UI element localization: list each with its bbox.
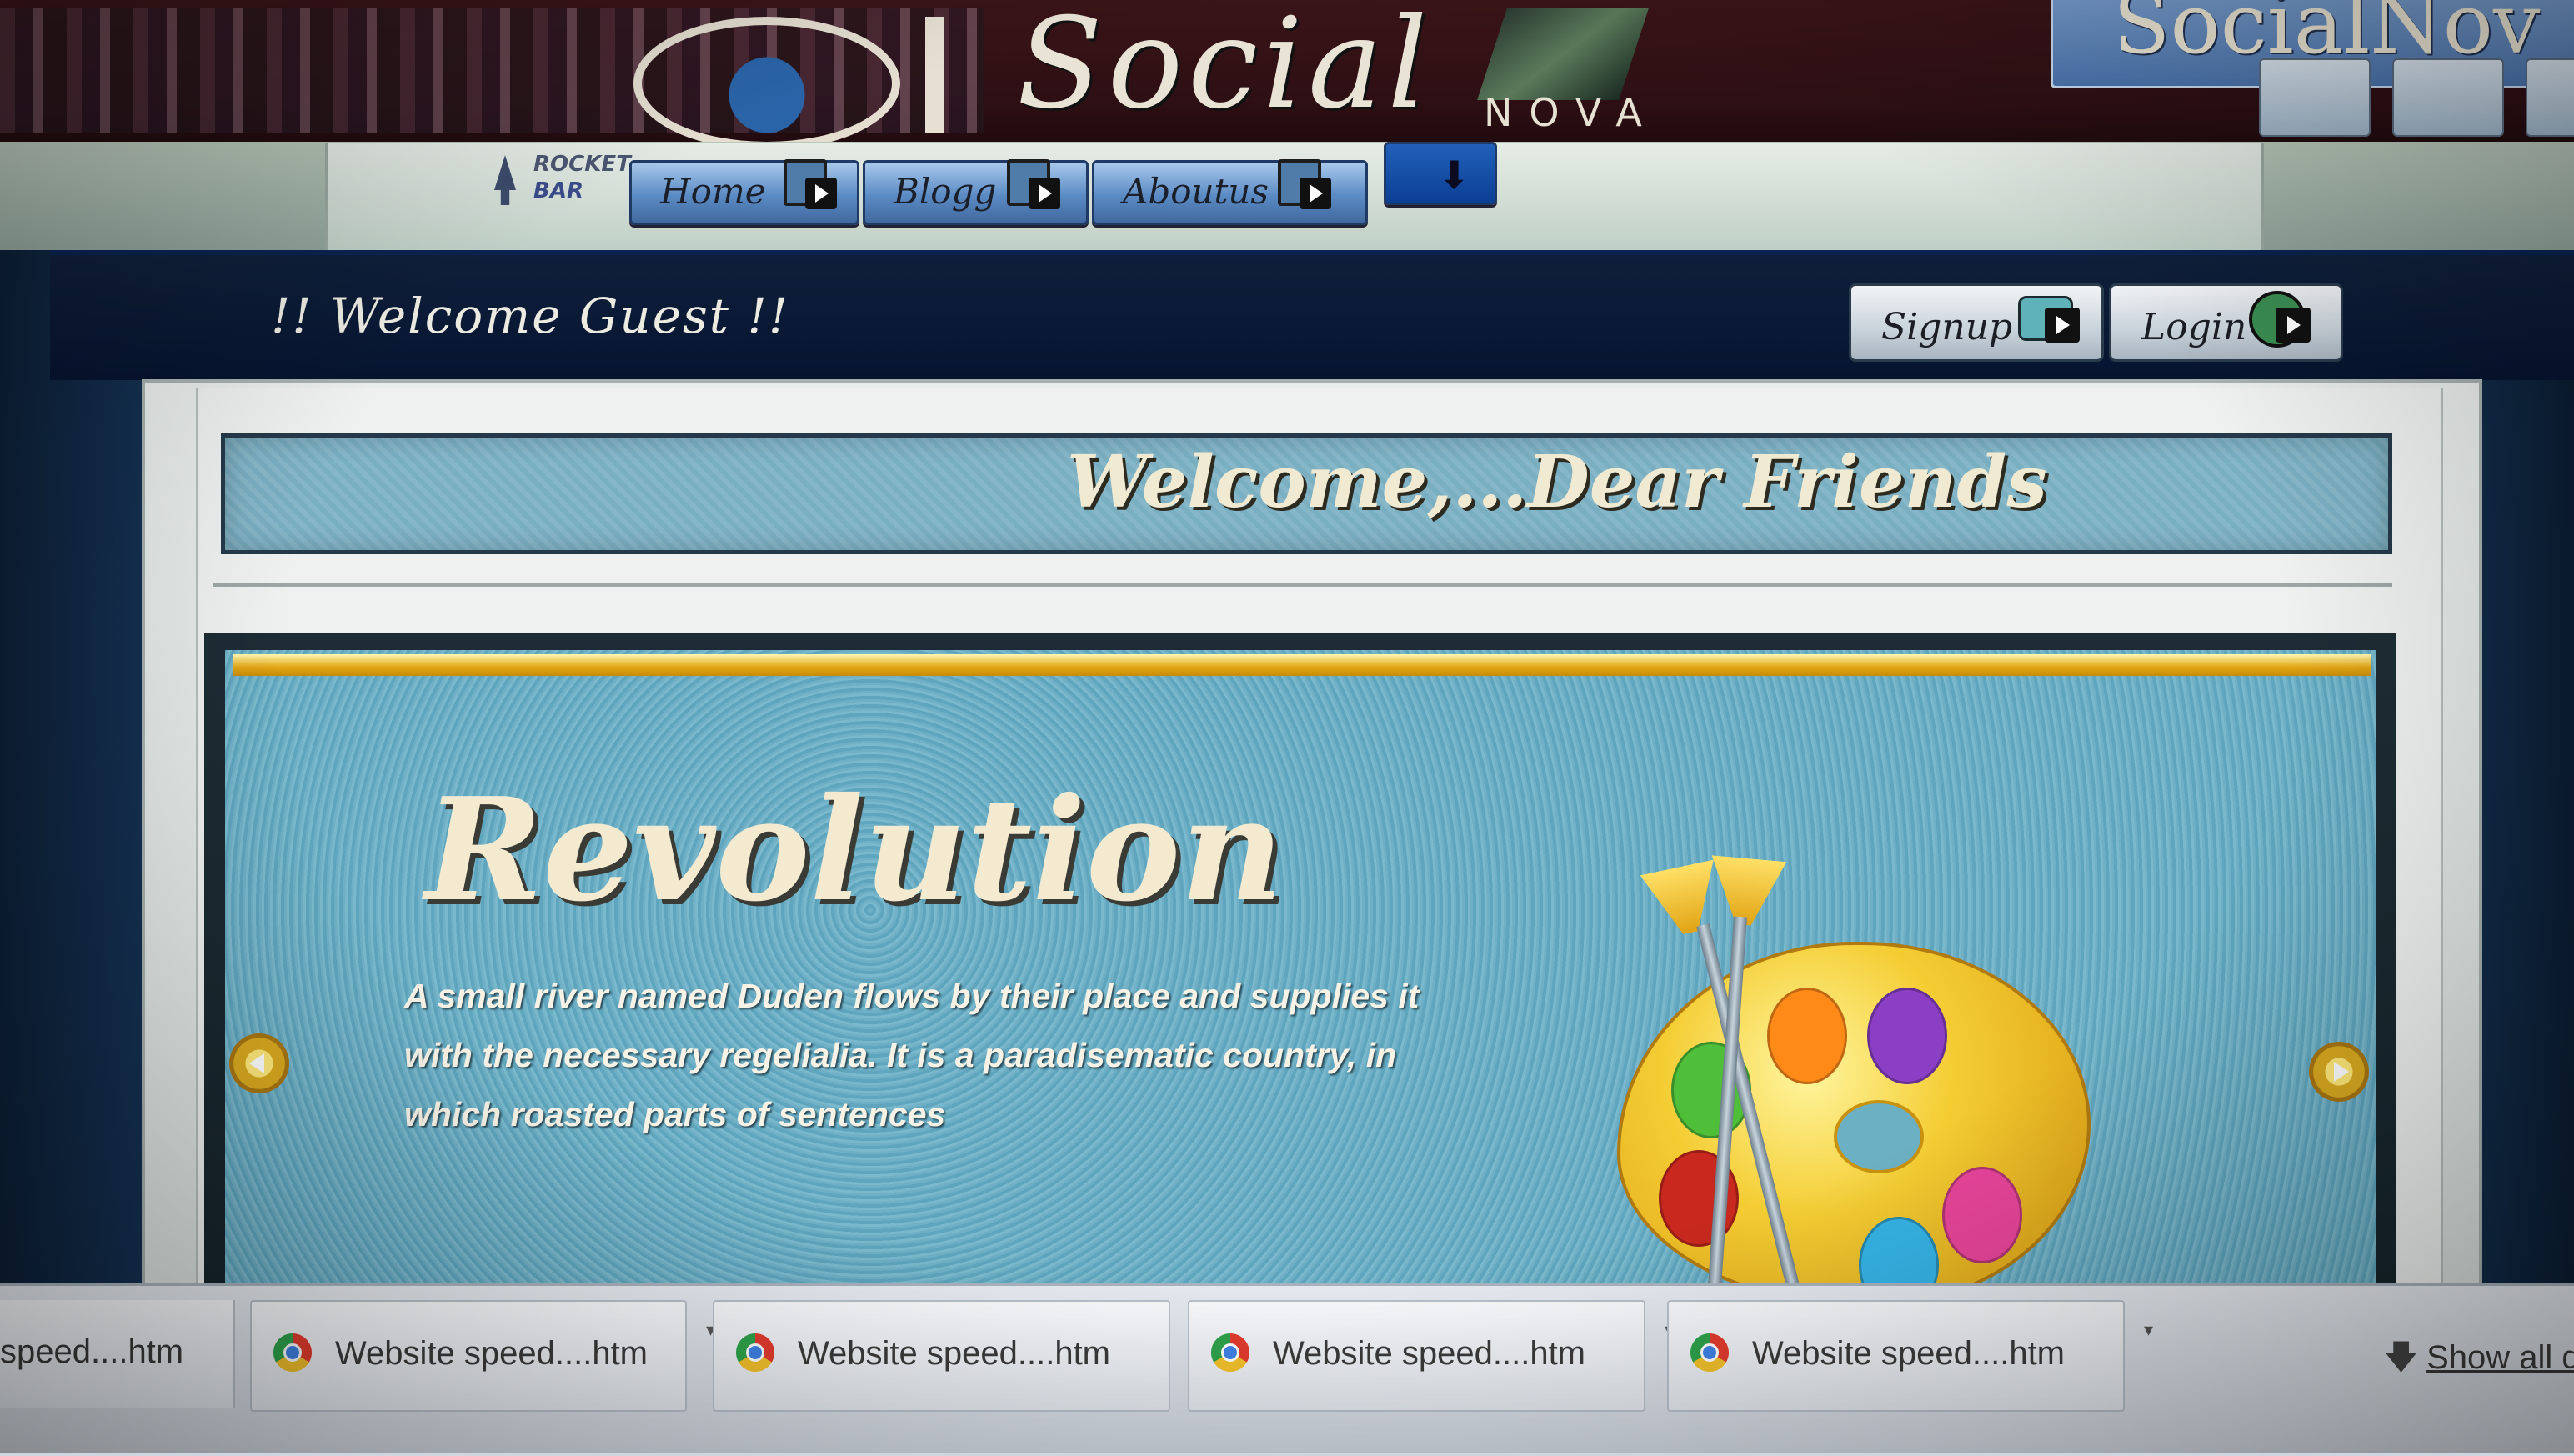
corner-icon-group [2259,58,2574,137]
arrow-down-icon: ⬇ [1438,153,1470,198]
chevron-down-icon[interactable]: ▾ [2144,1320,2153,1341]
slider-prev-button[interactable] [229,1033,289,1093]
download-item-name: Website speed....htm [335,1335,648,1372]
download-item[interactable]: Website speed....htm ▾ [1667,1300,2153,1412]
brand-subtitle: NOVA [1484,90,1659,135]
login-label: Login [2141,306,2247,348]
about-icon [1278,151,1331,209]
download-item[interactable]: Website speed....htm ▾ [713,1300,1199,1412]
chrome-icon [273,1333,312,1372]
chevron-right-icon [2334,1062,2349,1082]
chevron-left-icon [249,1053,264,1073]
more-icon[interactable] [2526,58,2574,137]
rocket-bar-line1: ROCKET [533,152,631,177]
download-item-partial[interactable]: speed....htm [0,1300,235,1408]
brand-logo-icon [1477,8,1649,100]
rocket-bar-line2: BAR [533,178,583,203]
signup-button[interactable]: Signup [1849,283,2104,362]
signup-label: Signup [1881,306,2013,348]
nav-dropdown-button[interactable]: ⬇ [1384,142,1497,205]
paint-palette-icon [1617,942,2091,1350]
slide-accent-bar [233,654,2371,676]
chrome-icon [1211,1333,1249,1372]
header-emblem-icon [633,17,900,150]
paint-orange [1767,988,1847,1084]
nav-aboutus-label: Aboutus [1123,171,1269,212]
download-item-name: speed....htm [0,1333,184,1370]
nav-aboutus-button[interactable]: Aboutus [1092,159,1368,225]
window-icon[interactable] [2259,58,2371,137]
download-item[interactable]: Website speed....htm ▾ [250,1300,715,1412]
site-header: Social NOVA SocialNov [0,0,2574,150]
section-divider [213,583,2392,587]
rocket-icon [494,155,516,205]
slide-title: Revolution [425,767,1284,933]
download-item-name: Website speed....htm [1752,1335,2065,1372]
show-all-downloads-link[interactable]: 🡇 Show all d [2384,1333,2574,1390]
show-all-label: Show all d [2426,1339,2574,1376]
login-button[interactable]: Login [2109,283,2343,362]
download-icon: 🡇 [2384,1339,2419,1376]
header-divider [925,17,944,133]
welcome-banner-title: Welcome,...Dear Friends [1067,440,2047,524]
chrome-icon [736,1333,774,1372]
palette-thumb-hole [1834,1100,1924,1173]
nav-blogg-button[interactable]: Blogg [863,159,1089,225]
download-item[interactable]: Website speed....htm ▾ [1188,1300,1674,1412]
signup-icon [2018,291,2080,349]
paint-pink [1942,1167,2022,1263]
user-icon[interactable] [2392,58,2504,137]
download-item-name: Website speed....htm [1273,1335,1585,1372]
nav-home-label: Home [660,171,766,212]
welcome-guest-text: !! Welcome Guest !! [271,288,790,344]
slide-description: A small river named Duden flows by their… [404,977,1420,1133]
blog-icon [1007,151,1060,209]
login-icon [2249,291,2311,349]
slider-next-button[interactable] [2309,1042,2369,1102]
nav-home-button[interactable]: Home [629,159,859,225]
download-item-name: Website speed....htm [798,1335,1110,1372]
brand-title: Social [1017,0,1433,137]
chrome-icon [1690,1333,1729,1372]
paint-purple [1867,988,1947,1084]
home-icon [784,151,837,209]
nav-blogg-label: Blogg [894,171,997,212]
